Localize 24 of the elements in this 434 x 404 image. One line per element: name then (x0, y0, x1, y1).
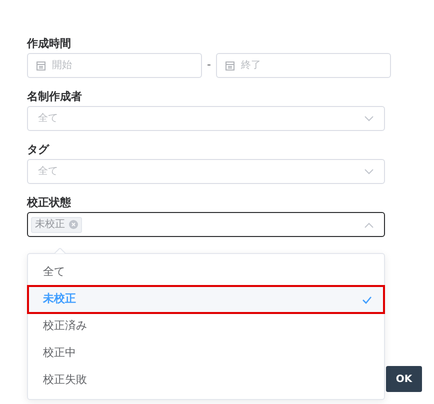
field-label: 名制作成者 (27, 89, 83, 105)
select-field[interactable]: 未校正 (27, 212, 385, 237)
calendar-icon (36, 60, 46, 70)
calendar-icon (225, 60, 235, 70)
chevron-up-icon (364, 222, 374, 228)
dropdown-option[interactable]: 校正済み (28, 313, 384, 340)
close-icon[interactable] (69, 220, 78, 229)
dropdown-option[interactable]: 校正失敗 (28, 367, 384, 394)
field-label: タグ (27, 142, 50, 158)
chevron-down-icon (364, 168, 374, 174)
selected-tag: 未校正 (31, 216, 82, 232)
dropdown-option[interactable]: 校正中 (28, 340, 384, 367)
dropdown-option[interactable]: 全て (28, 259, 384, 286)
chevron-down-icon (364, 116, 374, 122)
date-field[interactable]: 終了 (216, 53, 391, 78)
ok-button[interactable]: OK (386, 366, 422, 392)
dropdown-option[interactable]: 未校正 (28, 286, 384, 313)
check-icon (362, 296, 372, 304)
range-separator: - (206, 57, 212, 74)
field-label: 作成時間 (27, 36, 72, 52)
date-field[interactable]: 開始 (27, 53, 202, 78)
select-field[interactable]: 全て (27, 159, 385, 184)
field-label: 校正状態 (27, 195, 72, 211)
select-field[interactable]: 全て (27, 106, 385, 131)
